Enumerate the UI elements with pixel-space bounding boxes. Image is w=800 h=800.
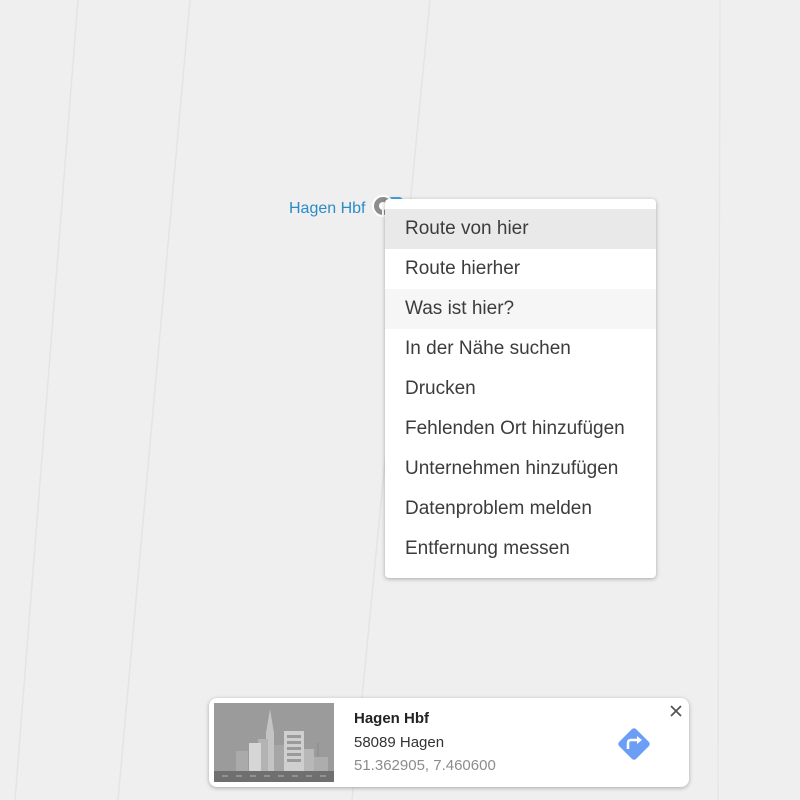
place-title: Hagen Hbf — [354, 710, 429, 727]
place-coordinates[interactable]: 51.362905, 7.460600 — [354, 757, 496, 774]
directions-icon[interactable] — [614, 724, 654, 764]
city-illustration-icon[interactable] — [214, 703, 334, 782]
place-address: 58089 Hagen — [354, 734, 445, 751]
menu-item-route-from-here[interactable]: Route von hier — [385, 209, 656, 249]
place-info-card[interactable]: Hagen Hbf 58089 Hagen 51.362905, 7.46060… — [209, 698, 689, 787]
menu-item-route-to-here[interactable]: Route hierher — [385, 249, 656, 289]
menu-item-search-nearby[interactable]: In der Nähe suchen — [385, 329, 656, 369]
map-canvas[interactable]: Hagen Hbf Route von hier Route hierher W… — [0, 0, 800, 800]
context-menu: Route von hier Route hierher Was ist hie… — [385, 199, 656, 578]
menu-item-print[interactable]: Drucken — [385, 369, 656, 409]
menu-item-add-missing-place[interactable]: Fehlenden Ort hinzufügen — [385, 409, 656, 449]
place-label[interactable]: Hagen Hbf — [289, 200, 366, 218]
menu-item-add-business[interactable]: Unternehmen hinzufügen — [385, 449, 656, 489]
menu-item-report-data-problem[interactable]: Datenproblem melden — [385, 489, 656, 529]
menu-item-measure-distance[interactable]: Entfernung messen — [385, 529, 656, 569]
close-icon[interactable] — [667, 702, 685, 720]
menu-item-whats-here[interactable]: Was ist hier? — [385, 289, 656, 329]
